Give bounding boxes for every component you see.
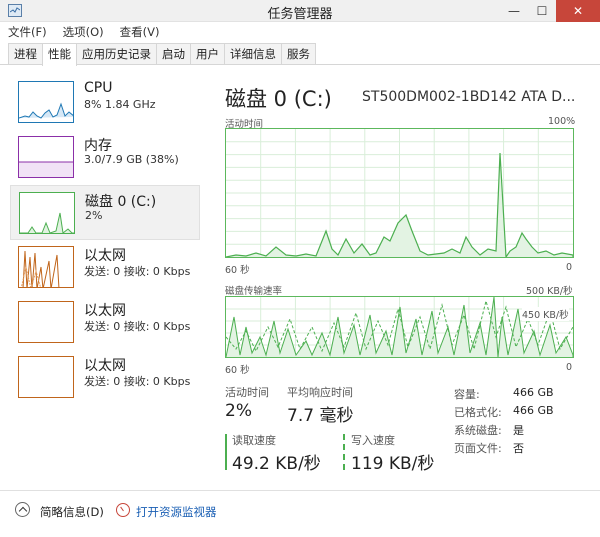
graph1-time-right: 0 <box>566 262 573 273</box>
sidebar-item-memory[interactable]: 内存 3.0/7.9 GB (38%) <box>10 130 200 185</box>
ethernet-graph-icon <box>18 356 74 398</box>
sidebar-item-label: 以太网 <box>84 303 126 319</box>
page-file-label: 页面文件: <box>454 442 502 455</box>
open-resource-monitor-link[interactable]: 打开资源监视器 <box>136 504 217 520</box>
close-button[interactable]: ✕ <box>556 0 600 22</box>
sidebar-item-label: 磁盘 0 (C:) <box>85 194 157 210</box>
sidebar-item-detail: 3.0/7.9 GB (38%) <box>84 153 179 166</box>
sidebar-item-label: CPU <box>84 80 113 96</box>
maximize-button[interactable]: ☐ <box>528 0 556 22</box>
tab-divider <box>0 64 600 65</box>
menu-view[interactable]: 查看(V) <box>112 23 168 41</box>
sidebar-item-detail: 8% 1.84 GHz <box>84 98 156 111</box>
response-time-label: 平均响应时间 <box>287 386 353 399</box>
sidebar-item-cpu[interactable]: CPU 8% 1.84 GHz <box>10 75 200 130</box>
fewer-details-button[interactable]: 简略信息(D) <box>40 504 104 520</box>
chevron-up-icon[interactable] <box>15 502 30 517</box>
graph2-label: 磁盘传输速率 <box>225 286 283 297</box>
menu-options[interactable]: 选项(O) <box>55 23 112 41</box>
sidebar-item-label: 以太网 <box>84 358 126 374</box>
system-disk-label: 系统磁盘: <box>454 424 502 437</box>
formatted-label: 已格式化: <box>454 406 502 419</box>
footer: 简略信息(D) 打开资源监视器 <box>0 498 600 522</box>
formatted-value: 466 GB <box>513 404 554 417</box>
tab-performance[interactable]: 性能 <box>42 43 77 66</box>
sidebar-item-label: 内存 <box>84 138 112 154</box>
tab-processes[interactable]: 进程 <box>8 43 43 65</box>
read-speed-label: 读取速度 <box>232 434 276 447</box>
sidebar-item-ethernet[interactable]: 以太网 发送: 0 接收: 0 Kbps <box>10 295 200 350</box>
read-speed-value: 49.2 KB/秒 <box>232 454 321 474</box>
sidebar-item-label: 以太网 <box>84 248 126 264</box>
system-disk-value: 是 <box>513 424 524 437</box>
capacity-value: 466 GB <box>513 386 554 399</box>
graph2-time-right: 0 <box>566 362 573 373</box>
graph1-max: 100% <box>548 116 576 127</box>
active-time-value: 2% <box>225 401 252 421</box>
tab-details[interactable]: 详细信息 <box>224 43 282 65</box>
sidebar-item-detail: 发送: 0 接收: 0 Kbps <box>84 375 191 388</box>
transfer-rate-graph <box>225 296 574 358</box>
minimize-button[interactable]: — <box>500 0 528 22</box>
footer-divider <box>0 490 600 491</box>
active-time-label: 活动时间 <box>225 386 269 399</box>
resource-sidebar: CPU 8% 1.84 GHz 内存 3.0/7.9 GB (38%) 磁盘 0… <box>10 75 200 405</box>
sidebar-item-disk[interactable]: 磁盘 0 (C:) 2% <box>10 185 200 240</box>
write-speed-indicator <box>343 434 345 470</box>
write-speed-value: 119 KB/秒 <box>351 454 435 474</box>
menu-file[interactable]: 文件(F) <box>0 23 55 41</box>
tab-bar: 进程 性能 应用历史记录 启动 用户 详细信息 服务 <box>8 43 316 66</box>
activity-time-graph <box>225 128 574 258</box>
response-time-value: 7.7 毫秒 <box>287 406 354 426</box>
graph2-inner-scale: 450 KB/秒 <box>522 307 569 321</box>
page-title: 磁盘 0 (C:) <box>225 87 332 111</box>
cpu-graph-icon <box>18 81 74 123</box>
sidebar-item-ethernet[interactable]: 以太网 发送: 0 接收: 0 Kbps <box>10 240 200 295</box>
disk-model: ST500DM002-1BD142 ATA D... <box>362 89 576 105</box>
memory-graph-icon <box>18 136 74 178</box>
sidebar-item-ethernet[interactable]: 以太网 发送: 0 接收: 0 Kbps <box>10 350 200 405</box>
read-speed-indicator <box>225 434 227 470</box>
sidebar-item-detail: 发送: 0 接收: 0 Kbps <box>84 265 191 278</box>
tab-app-history[interactable]: 应用历史记录 <box>76 43 157 65</box>
graph2-max: 500 KB/秒 <box>526 286 573 297</box>
title-bar: 任务管理器 — ☐ ✕ <box>0 0 600 22</box>
graph1-time-left: 60 秒 <box>225 265 250 276</box>
sidebar-item-detail: 2% <box>85 209 103 222</box>
graph2-time-left: 60 秒 <box>225 365 250 376</box>
page-file-value: 否 <box>513 442 524 455</box>
window-controls: — ☐ ✕ <box>500 0 600 22</box>
disk-graph-icon <box>19 192 75 234</box>
capacity-label: 容量: <box>454 388 480 401</box>
menu-bar: 文件(F) 选项(O) 查看(V) <box>0 23 600 41</box>
ethernet-graph-icon <box>18 301 74 343</box>
tab-users[interactable]: 用户 <box>190 43 225 65</box>
ethernet-graph-icon <box>18 246 74 288</box>
write-speed-label: 写入速度 <box>351 434 395 447</box>
tab-startup[interactable]: 启动 <box>156 43 191 65</box>
tab-services[interactable]: 服务 <box>281 43 316 65</box>
sidebar-item-detail: 发送: 0 接收: 0 Kbps <box>84 320 191 333</box>
resource-monitor-icon[interactable] <box>116 503 130 517</box>
